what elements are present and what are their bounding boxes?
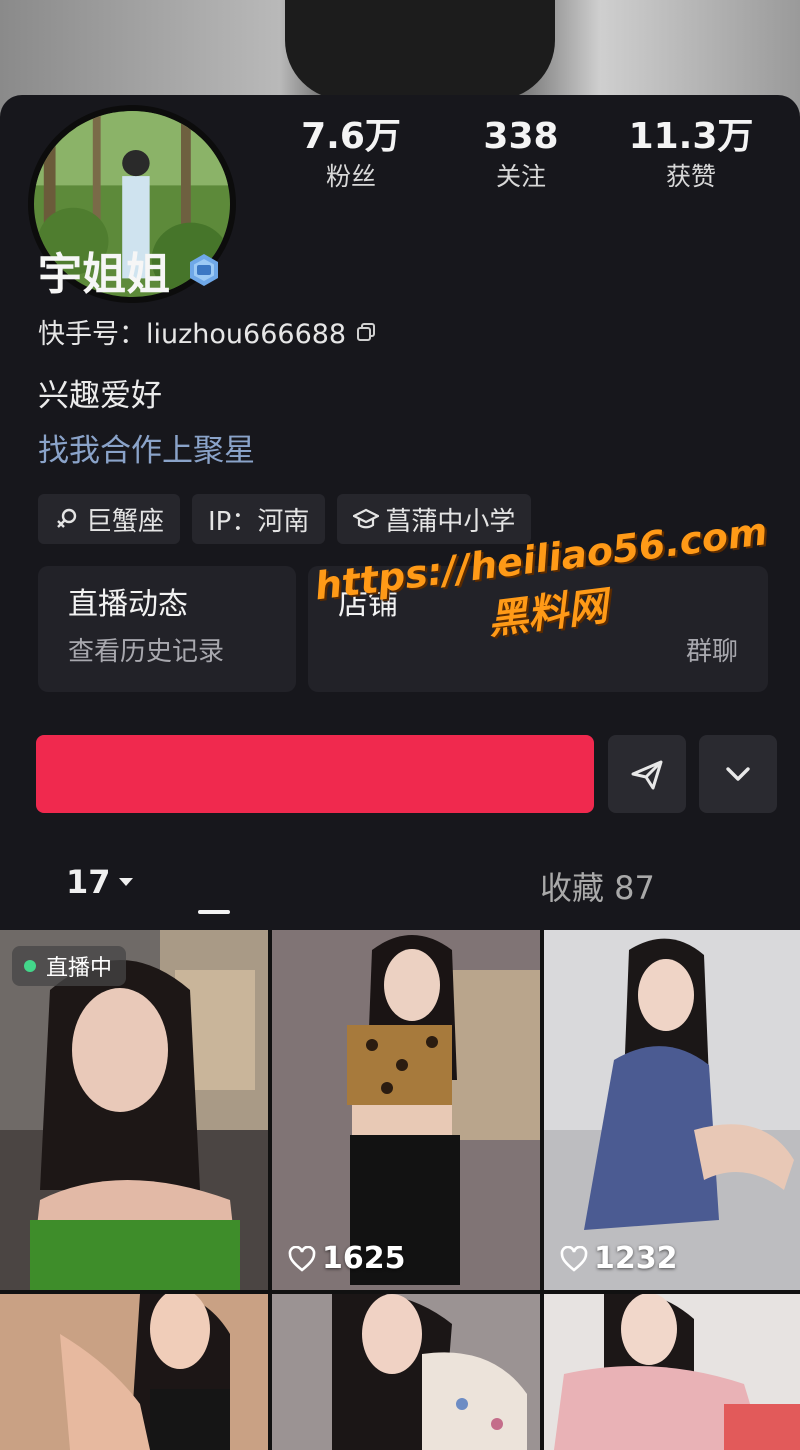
graduation-cap-icon [353,508,380,529]
kuaishou-id-row: 快手号：liuzhou666688 [38,312,376,351]
profile-name: 宇姐姐 [38,249,170,300]
send-icon [631,760,663,790]
card-subtitle: 查看历史记录 [68,637,225,667]
live-dot [24,960,36,972]
heart-icon [560,1245,588,1272]
follow-button[interactable] [36,735,594,813]
tag-zodiac[interactable]: 巨蟹座 [38,494,181,544]
verified-badge-icon[interactable] [186,252,222,288]
tag-school[interactable]: 菖蒲中小学 [337,494,532,544]
video-thumbnail [0,1294,268,1450]
content-tabs: 17 收藏 87 [0,855,800,925]
stat-following[interactable]: 338 关注 [446,115,596,195]
profile-bio: 兴趣爱好 [38,378,162,414]
video-tile[interactable]: 1232 [544,930,800,1290]
stat-value: 338 [483,116,559,157]
stat-value: 11.3万 [628,116,754,157]
stat-fans[interactable]: 7.6万 粉丝 [276,115,426,195]
female-symbol-icon [57,508,77,528]
tag-school-label: 菖蒲中小学 [385,506,516,537]
video-tile-live[interactable]: 直播中 [0,930,268,1290]
likes-count: 1232 [560,1241,678,1276]
video-thumbnail [544,930,800,1290]
chevron-down-icon [726,767,750,781]
tab-works[interactable]: 17 [58,863,135,901]
video-grid: 直播中 1625 1232 [0,930,800,1450]
more-button[interactable] [699,735,777,813]
cover-figure [285,0,555,100]
stat-label: 关注 [495,162,546,191]
copy-icon[interactable] [356,322,376,342]
caret-down-icon [118,878,133,886]
video-thumbnail [272,930,540,1290]
tag-ip[interactable]: IP：河南 [192,494,326,544]
live-badge: 直播中 [12,946,127,986]
profile-tags: 巨蟹座 IP：河南 菖蒲中小学 [38,494,532,544]
profile-panel: 7.6万 粉丝 338 关注 11.3万 获赞 宇姐姐 快手号：liuzhou6… [0,95,800,930]
name-row: 宇姐姐 [38,240,222,300]
likes-count: 1625 [288,1241,406,1276]
stat-likes[interactable]: 11.3万 获赞 [616,115,766,195]
likes-value: 1625 [322,1241,406,1276]
share-button[interactable] [608,735,686,813]
likes-value: 1232 [594,1241,678,1276]
card-title: 直播动态 [68,587,188,622]
tab-works-count: 17 [66,863,111,901]
video-tile[interactable]: 1625 [272,930,540,1290]
tag-zodiac-label: 巨蟹座 [86,506,165,537]
heart-icon [288,1245,316,1272]
video-tile[interactable] [0,1294,268,1450]
stat-label: 获赞 [665,162,716,191]
active-tab-indicator [198,910,230,914]
live-history-card[interactable]: 直播动态 查看历史记录 [38,566,296,692]
stat-value: 7.6万 [301,116,401,157]
video-thumbnail [272,1294,540,1450]
live-badge-label: 直播中 [46,956,113,981]
tab-favorites[interactable]: 收藏 87 [540,863,655,909]
video-tile[interactable] [272,1294,540,1450]
cooperation-link[interactable]: 找我合作上聚星 [38,425,255,470]
kuaishou-id: 快手号：liuzhou666688 [38,319,347,350]
video-thumbnail [544,1294,800,1450]
tag-ip-label: IP：河南 [208,506,310,537]
video-tile[interactable] [544,1294,800,1450]
stat-label: 粉丝 [325,162,376,191]
